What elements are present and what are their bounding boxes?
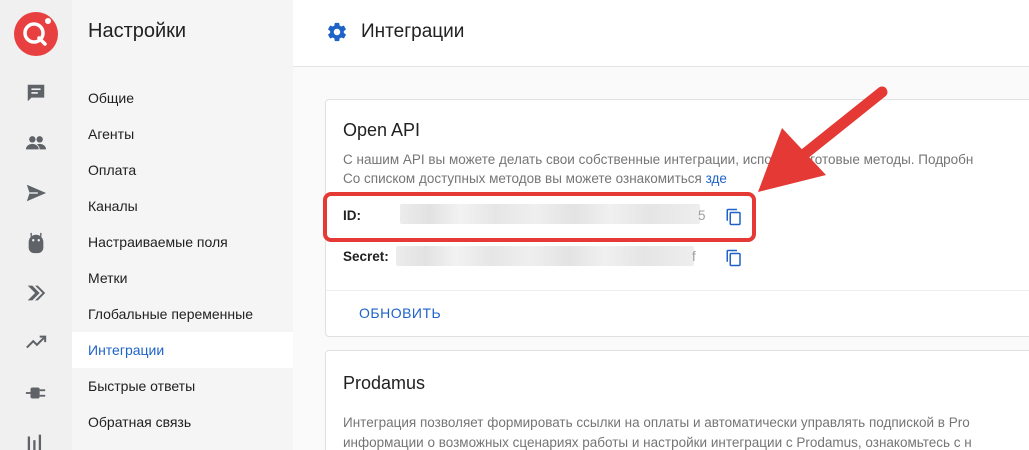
secret-value-tail: f	[692, 249, 696, 264]
double-chevron-icon[interactable]	[22, 279, 50, 307]
secret-label: Secret:	[343, 249, 389, 264]
menu-item-global-variables[interactable]: Глобальные переменные	[72, 296, 293, 332]
copy-secret-button[interactable]	[724, 248, 744, 268]
app-logo[interactable]	[13, 11, 59, 57]
secret-value-redacted	[396, 246, 694, 266]
chat-icon[interactable]	[22, 79, 50, 107]
settings-menu: Настройки Общие Агенты Оплата Каналы Нас…	[72, 0, 293, 450]
menu-item-quick-replies[interactable]: Быстрые ответы	[72, 368, 293, 404]
copy-icon	[726, 249, 741, 267]
page-title: Интеграции	[361, 21, 465, 42]
card-divider	[326, 290, 1029, 291]
refresh-button[interactable]: ОБНОВИТЬ	[359, 305, 441, 321]
annotation-arrow-icon	[758, 86, 888, 192]
menu-item-payment[interactable]: Оплата	[72, 152, 293, 188]
highlight-box	[323, 192, 756, 242]
menu-title: Настройки	[88, 20, 187, 42]
open-api-title: Open API	[343, 120, 421, 140]
methods-text-prefix: Со списком доступных методов вы можете о…	[343, 171, 706, 186]
page-header: Интеграции	[293, 0, 1029, 67]
bar-chart-icon[interactable]	[22, 428, 50, 450]
methods-link[interactable]: зде	[706, 171, 727, 186]
menu-item-feedback[interactable]: Обратная связь	[72, 404, 293, 440]
prodamus-card: Prodamus Интеграция позволяет формироват…	[325, 350, 1029, 450]
prodamus-description-2: информации о возможных сценариях работы …	[343, 435, 972, 450]
prodamus-title: Prodamus	[343, 373, 426, 393]
plug-icon[interactable]	[22, 379, 50, 407]
send-icon[interactable]	[22, 179, 50, 207]
menu-item-tags[interactable]: Метки	[72, 260, 293, 296]
trend-icon[interactable]	[22, 329, 50, 357]
menu-item-channels[interactable]: Каналы	[72, 188, 293, 224]
menu-item-agents[interactable]: Агенты	[72, 116, 293, 152]
open-api-methods-text: Со списком доступных методов вы можете о…	[343, 169, 727, 188]
prodamus-description: Интеграция позволяет формировать ссылки …	[343, 415, 970, 430]
people-icon[interactable]	[22, 129, 50, 157]
menu-item-general[interactable]: Общие	[72, 80, 293, 116]
menu-item-integrations[interactable]: Интеграции	[72, 332, 293, 368]
icon-rail	[0, 0, 72, 450]
gear-icon	[328, 22, 346, 42]
bot-icon[interactable]	[22, 229, 50, 257]
menu-item-custom-fields[interactable]: Настраиваемые поля	[72, 224, 293, 260]
